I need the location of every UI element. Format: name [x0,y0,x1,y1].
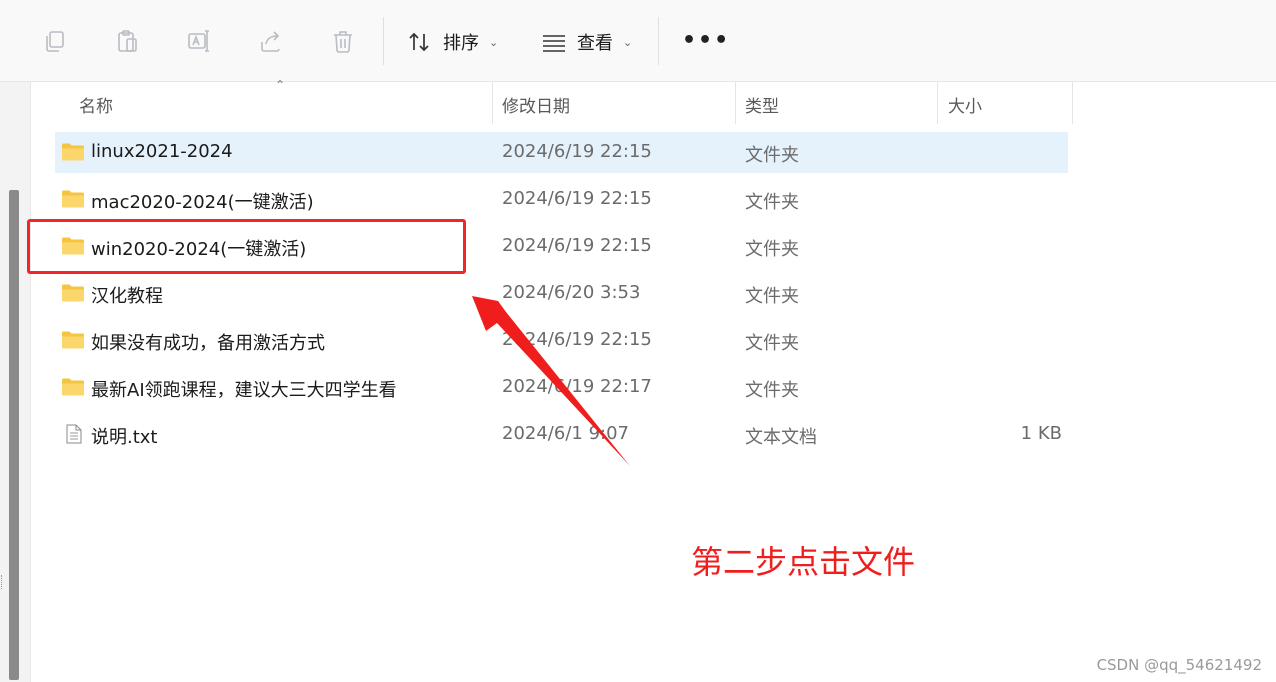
file-size: 1 KB [1020,423,1062,444]
resize-handle[interactable] [1,575,5,589]
column-header-name-label: 名称 [79,97,113,117]
file-row[interactable]: linux2021-2024 2024/6/19 22:15 文件夹 [55,132,1068,173]
file-date: 2024/6/1 9:07 [502,423,629,444]
file-row[interactable]: 最新AI领跑课程，建议大三大四学生看 2024/6/19 22:17 文件夹 [55,367,1068,408]
toolbar-divider [658,17,659,65]
file-type: 文件夹 [745,239,799,260]
sort-button[interactable]: 排序 ⌄ [407,27,498,57]
file-name: 说明.txt [91,427,158,448]
column-header-name[interactable]: 名称 [55,82,492,122]
file-type: 文本文档 [745,427,817,448]
sort-label: 排序 [443,33,479,54]
paste-icon[interactable] [110,24,144,58]
chevron-down-icon: ⌄ [623,35,633,49]
file-type: 文件夹 [745,380,799,401]
column-header-date[interactable]: 修改日期 [493,82,734,122]
file-date: 2024/6/20 3:53 [502,282,641,303]
file-date: 2024/6/19 22:15 [502,188,652,209]
rename-icon[interactable] [182,24,216,58]
file-date: 2024/6/19 22:15 [502,141,652,162]
view-label: 查看 [577,33,613,54]
file-row[interactable]: 说明.txt 2024/6/1 9:07 文本文档 1 KB [55,414,1068,455]
navigation-scrollbar[interactable] [9,190,19,680]
column-header-size-label: 大小 [948,97,982,117]
file-date: 2024/6/19 22:17 [502,376,652,397]
file-date: 2024/6/19 22:15 [502,235,652,256]
file-row[interactable]: mac2020-2024(一键激活) 2024/6/19 22:15 文件夹 [55,179,1068,220]
file-name: linux2021-2024 [91,141,233,162]
delete-icon[interactable] [326,24,360,58]
share-icon[interactable] [254,24,288,58]
file-type: 文件夹 [745,192,799,213]
file-date: 2024/6/19 22:15 [502,329,652,350]
folder-icon [62,331,84,349]
file-name: 最新AI领跑课程，建议大三大四学生看 [91,380,397,401]
file-name: 汉化教程 [91,286,163,307]
instruction-text: 第二步点击文件 [691,543,916,581]
column-header-date-label: 修改日期 [502,97,570,117]
file-type: 文件夹 [745,286,799,307]
toolbar-divider [383,17,384,65]
command-bar: 排序 ⌄ 查看 ⌄ ••• [0,0,1276,82]
sort-icon [409,32,429,52]
text-file-icon [66,424,82,444]
folder-icon [62,284,84,302]
column-divider[interactable] [1072,82,1073,124]
file-name: mac2020-2024(一键激活) [91,192,314,213]
column-header-type-label: 类型 [745,97,779,117]
file-row[interactable]: 汉化教程 2024/6/20 3:53 文件夹 [55,273,1068,314]
column-header-size[interactable]: 大小 [938,82,1072,122]
view-icon [543,35,565,52]
file-type: 文件夹 [745,145,799,166]
folder-icon [62,143,84,161]
file-name: 如果没有成功，备用激活方式 [91,333,325,354]
watermark: CSDN @qq_54621492 [1096,656,1262,674]
copy-icon[interactable] [38,24,72,58]
view-button[interactable]: 查看 ⌄ [541,27,632,57]
folder-icon [62,378,84,396]
highlight-box [27,219,466,274]
chevron-down-icon: ⌄ [489,35,499,49]
file-type: 文件夹 [745,333,799,354]
folder-icon [62,190,84,208]
more-options-button[interactable]: ••• [682,28,730,53]
column-header-type[interactable]: 类型 [736,82,936,122]
file-row[interactable]: 如果没有成功，备用激活方式 2024/6/19 22:15 文件夹 [55,320,1068,361]
